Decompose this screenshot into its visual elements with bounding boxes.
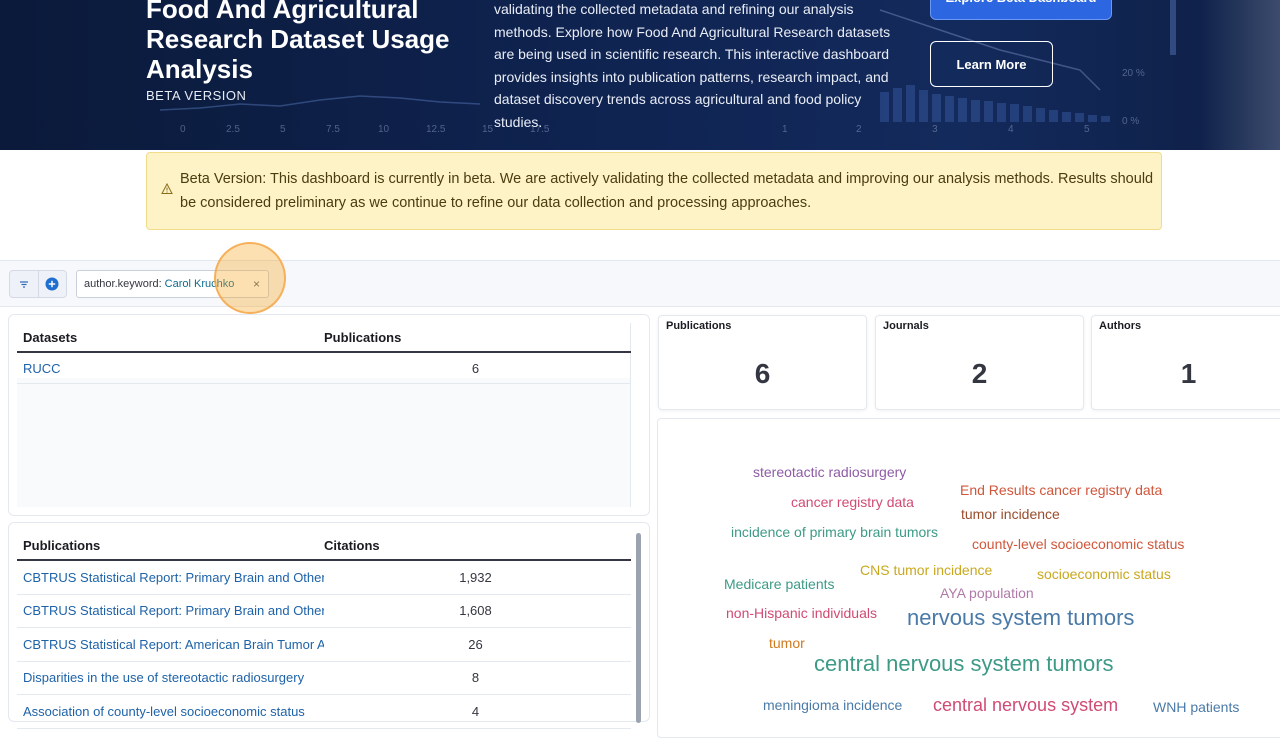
beta-notice-text: Beta Version: This dashboard is currentl… <box>180 171 1154 211</box>
dataset-link[interactable]: RUCC <box>17 361 324 376</box>
bg-tick-left: 5 <box>280 124 286 135</box>
keyword[interactable]: county-level socioeconomic status <box>972 536 1184 552</box>
stat-value: 2 <box>971 358 988 389</box>
keyword[interactable]: End Results cancer registry data <box>960 482 1162 498</box>
stat-value: 6 <box>754 358 771 389</box>
plus-circle-icon <box>45 277 59 291</box>
keyword[interactable]: tumor <box>769 635 805 651</box>
keyword[interactable]: socioeconomic status <box>1037 566 1171 582</box>
keyword[interactable]: incidence of primary brain tumors <box>731 524 938 540</box>
table-row: Association of county-level socioeconomi… <box>17 695 631 729</box>
datasets-panel: Datasets Publications RUCC 6 <box>8 314 650 516</box>
citation-count: 4 <box>471 703 480 719</box>
citation-count: 8 <box>471 670 480 686</box>
publications-panel: Publications Citations CBTRUS Statistica… <box>8 522 650 729</box>
learn-more-button[interactable]: Learn More <box>930 41 1053 87</box>
publication-link[interactable]: Disparities in the use of stereotactic r… <box>17 670 324 685</box>
keyword[interactable]: nervous system tumors <box>907 605 1134 631</box>
stat-card-authors: Authors 1 <box>1091 315 1280 410</box>
filter-pill-key: author.keyword: <box>84 278 162 290</box>
table-row: CBTRUS Statistical Report: American Brai… <box>17 628 631 662</box>
filter-bar: author.keyword: Carol Kruchko × <box>0 260 1280 307</box>
stat-label: Journals <box>883 320 929 332</box>
bg-pct-label: 0 % <box>1122 116 1139 127</box>
keyword-cloud: stereotactic radiosurgery End Results ca… <box>657 418 1280 738</box>
keyword[interactable]: stereotactic radiosurgery <box>753 464 906 480</box>
keyword[interactable]: tumor incidence <box>961 506 1060 522</box>
filter-menu-button[interactable] <box>10 271 38 297</box>
stat-card-journals: Journals 2 <box>875 315 1084 410</box>
bg-tick-right: 3 <box>932 124 938 135</box>
publications-table: Publications Citations CBTRUS Statistica… <box>17 531 631 729</box>
datasets-table: Datasets Publications RUCC 6 <box>17 323 631 507</box>
bg-tick-left: 12.5 <box>426 124 446 135</box>
stat-label: Publications <box>666 320 732 332</box>
keyword[interactable]: Medicare patients <box>724 576 835 592</box>
bg-tick-right: 4 <box>1008 124 1014 135</box>
bg-tick-left: 10 <box>378 124 390 135</box>
publication-link[interactable]: Association of county-level socioeconomi… <box>17 704 324 719</box>
table-row: CBTRUS Statistical Report: Primary Brain… <box>17 595 631 628</box>
bg-tick-left: 15 <box>482 124 494 135</box>
citation-count: 26 <box>468 636 483 652</box>
explore-beta-dashboard-button[interactable]: Explore Beta Dashboard <box>930 0 1112 20</box>
publication-link[interactable]: CBTRUS Statistical Report: Primary Brain… <box>17 603 324 618</box>
keyword[interactable]: meningioma incidence <box>763 697 902 713</box>
column-header-publications[interactable]: Publications <box>324 330 631 345</box>
page-subtitle: BETA VERSION <box>146 88 247 103</box>
table-row: CBTRUS Statistical Report: Primary Brain… <box>17 561 631 595</box>
keyword[interactable]: AYA population <box>940 585 1034 601</box>
beta-notice: Beta Version: This dashboard is currentl… <box>146 152 1162 230</box>
filter-icon <box>19 281 28 288</box>
bg-tick-left: 2.5 <box>226 124 240 135</box>
keyword[interactable]: cancer registry data <box>791 494 914 510</box>
stat-label: Authors <box>1099 320 1142 332</box>
keyword[interactable]: CNS tumor incidence <box>860 562 992 578</box>
citation-count: 1,608 <box>459 603 492 619</box>
stat-card-publications: Publications 6 <box>658 315 867 410</box>
bg-tick-left: 0 <box>180 124 186 135</box>
cursor-highlight <box>214 242 286 314</box>
citation-count: 1,932 <box>459 569 492 585</box>
hero-description: validating the collected metadata and re… <box>494 1 891 130</box>
column-header-publications[interactable]: Publications <box>17 538 324 553</box>
filter-controls <box>9 270 67 298</box>
stat-value: 1 <box>1180 358 1197 389</box>
table-row: RUCC 6 <box>17 353 631 384</box>
publication-link[interactable]: CBTRUS Statistical Report: Primary Brain… <box>17 570 324 585</box>
bg-pct-label: 20 % <box>1122 68 1145 79</box>
column-header-datasets[interactable]: Datasets <box>17 330 324 345</box>
scrollbar[interactable] <box>636 533 641 723</box>
keyword[interactable]: non-Hispanic individuals <box>726 605 877 621</box>
publication-link[interactable]: CBTRUS Statistical Report: American Brai… <box>17 637 324 652</box>
bg-tick-right: 5 <box>1084 124 1090 135</box>
table-header: Publications Citations <box>17 531 631 561</box>
bg-tick-left: 7.5 <box>326 124 340 135</box>
column-header-citations[interactable]: Citations <box>324 538 631 553</box>
table-row: Disparities in the use of stereotactic r… <box>17 662 631 695</box>
hero-banner: 0 2.5 5 7.5 10 12.5 15 17.5 1 2 3 4 5 20… <box>0 0 1280 150</box>
page-title: Food And Agricultural Research Dataset U… <box>146 0 450 84</box>
add-filter-button[interactable] <box>37 271 66 297</box>
warning-icon <box>161 183 173 194</box>
table-header: Datasets Publications <box>17 323 631 353</box>
publication-count: 6 <box>471 360 480 376</box>
keyword[interactable]: central nervous system tumors <box>814 651 1114 677</box>
